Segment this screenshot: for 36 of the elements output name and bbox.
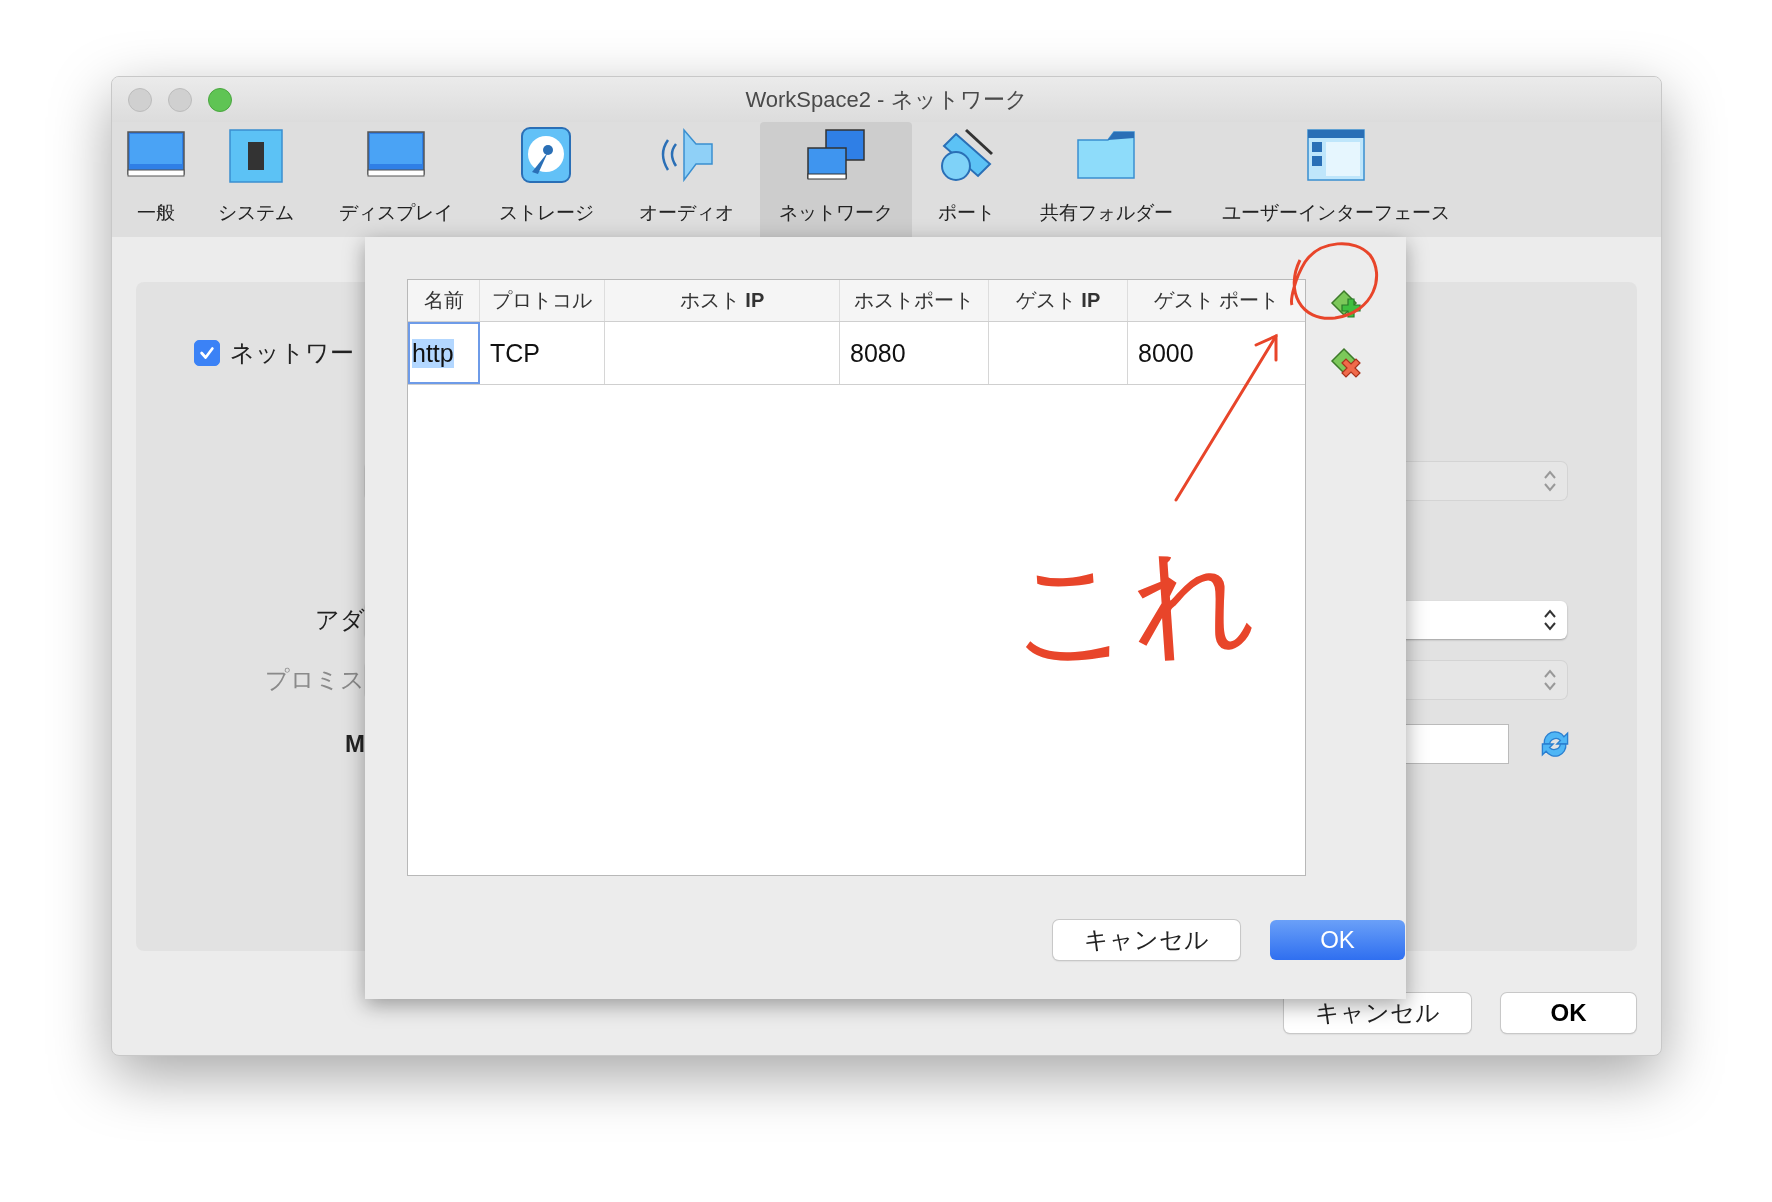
table-cell[interactable]: 8080: [840, 322, 989, 384]
cancel-button[interactable]: キャンセル: [1284, 993, 1471, 1033]
field-label: アダ: [315, 605, 365, 635]
updown-icon: [1543, 608, 1557, 632]
enable-checkbox[interactable]: [194, 340, 220, 366]
minimize-button[interactable]: [168, 88, 192, 112]
column-header[interactable]: ホスト IP: [605, 280, 840, 321]
toolbar-tab[interactable]: ユーザーインターフェース: [1200, 122, 1472, 237]
field-label: M: [345, 730, 365, 758]
toolbar-tab[interactable]: ストレージ: [480, 122, 612, 237]
table-cell[interactable]: 8000: [1128, 322, 1305, 384]
column-header[interactable]: プロトコル: [480, 280, 605, 321]
toolbar-tab[interactable]: システム: [200, 122, 312, 237]
toolbar-tab[interactable]: 一般: [120, 122, 192, 237]
table-cell[interactable]: http: [408, 322, 480, 384]
updown-icon: [1543, 469, 1557, 493]
toolbar-tab[interactable]: オーディオ: [620, 122, 752, 237]
handwritten-note: これ: [1006, 536, 1260, 674]
toolbar-tab[interactable]: 共有フォルダー: [1020, 122, 1192, 237]
table-cell[interactable]: TCP: [480, 322, 605, 384]
cancel-button[interactable]: キャンセル: [1053, 920, 1240, 960]
toolbar-tab[interactable]: ネットワーク: [760, 122, 912, 237]
checkmark-icon: [198, 344, 216, 362]
field-label: プロミス: [265, 665, 365, 695]
toolbar-tab[interactable]: ディスプレイ: [320, 122, 472, 237]
window-title: WorkSpace2 - ネットワーク: [745, 85, 1028, 114]
column-header[interactable]: ホストポート: [840, 280, 989, 321]
ok-button[interactable]: OK: [1501, 993, 1636, 1033]
column-header[interactable]: ゲスト ポート: [1128, 280, 1305, 321]
zoom-button[interactable]: [208, 88, 232, 112]
checkbox-label: ネットワー: [230, 338, 354, 368]
column-header[interactable]: ゲスト IP: [989, 280, 1128, 321]
toolbar-tab[interactable]: ポート: [920, 122, 1012, 237]
updown-icon: [1543, 668, 1557, 692]
close-button[interactable]: [128, 88, 152, 112]
column-header[interactable]: 名前: [408, 280, 480, 321]
